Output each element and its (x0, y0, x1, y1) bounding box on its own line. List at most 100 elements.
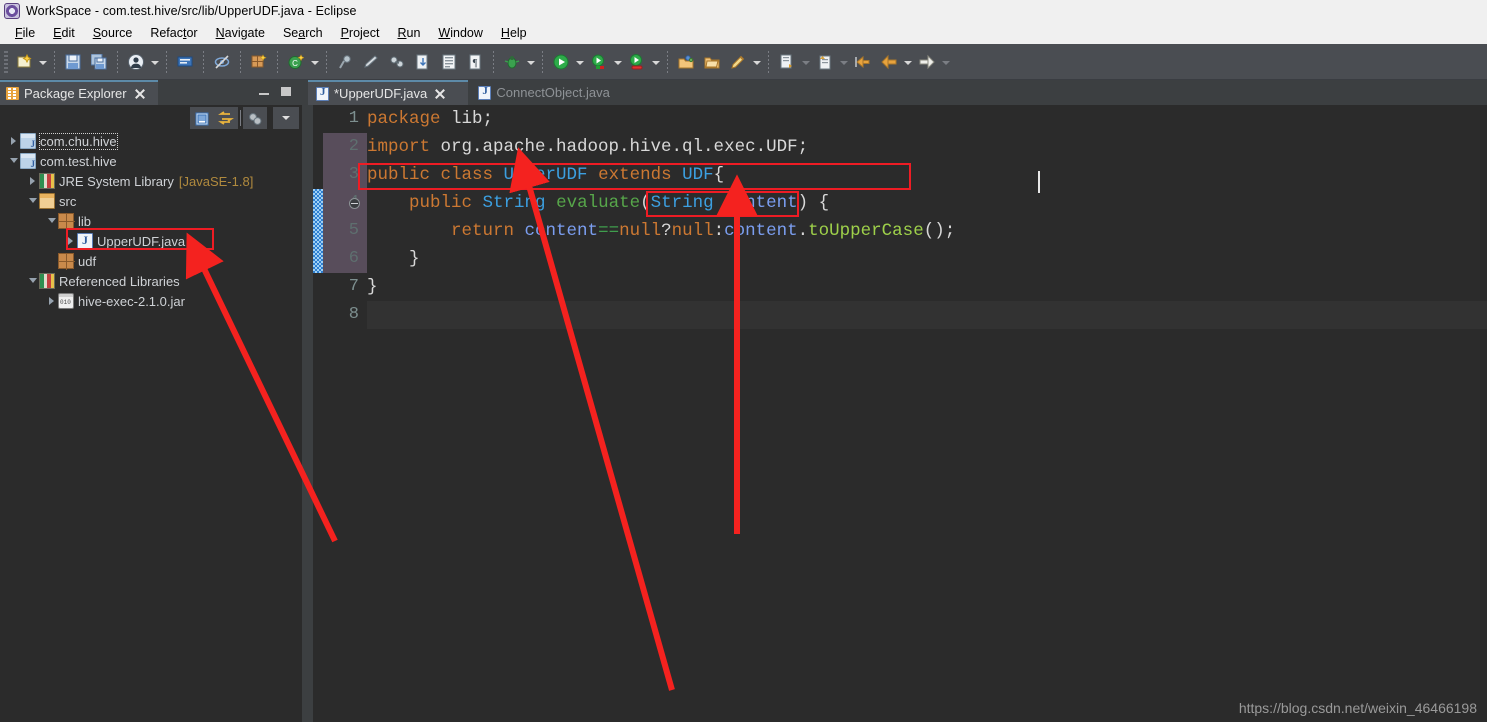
forward-icon[interactable] (915, 50, 939, 74)
code-line[interactable]: return content==null?null:content.toUppe… (367, 217, 955, 245)
menu-item-navigate[interactable]: Navigate (207, 24, 274, 42)
debug-dropdown-arrow[interactable] (525, 50, 537, 74)
new-java-package-icon[interactable] (247, 50, 271, 74)
toolbar-separator (768, 50, 769, 73)
minimize-icon[interactable] (256, 84, 272, 100)
back-icon[interactable] (877, 50, 901, 74)
new-wizard-icon[interactable] (12, 50, 36, 74)
pencil-dropdown-arrow[interactable] (751, 50, 763, 74)
code-token: String (482, 193, 546, 213)
code-content[interactable]: package lib; import org.apache.hadoop.hiv… (367, 105, 1487, 722)
menu-item-file[interactable]: File (6, 24, 44, 42)
link-icon[interactable] (385, 50, 409, 74)
tree-twisty-open-icon[interactable] (46, 211, 58, 231)
line-number: 1 (348, 109, 359, 128)
next-annotation-icon[interactable] (775, 50, 799, 74)
tree-twisty-closed-icon[interactable] (65, 231, 77, 251)
menu-item-run[interactable]: Run (388, 24, 429, 42)
debug-icon[interactable] (500, 50, 524, 74)
tree-item-com-chu-hive[interactable]: com.chu.hive (0, 131, 303, 151)
code-line[interactable]: import org.apache.hadoop.hive.ql.exec.UD… (367, 133, 808, 161)
menu-item-edit[interactable]: Edit (44, 24, 84, 42)
new-class-dropdown-arrow[interactable] (309, 50, 321, 74)
java-file-icon (316, 86, 329, 101)
open-resource-icon[interactable] (700, 50, 724, 74)
jar-icon (58, 293, 74, 309)
external-tools-icon[interactable] (625, 50, 649, 74)
view-menu-icon[interactable] (273, 107, 299, 129)
open-task-icon[interactable]: ¶ (463, 50, 487, 74)
menu-item-help[interactable]: Help (492, 24, 536, 42)
user-dropdown-arrow[interactable] (149, 50, 161, 74)
skip-breakpoints-icon[interactable] (210, 50, 234, 74)
editor-body[interactable]: 12345678 package lib;import org.apache.h… (303, 105, 1487, 722)
link-with-editor-icon[interactable] (214, 107, 238, 129)
code-line[interactable]: } (367, 273, 378, 301)
menu-item-search[interactable]: Search (274, 24, 332, 42)
java-file-icon (478, 85, 492, 100)
coverage-dropdown-arrow[interactable] (612, 50, 624, 74)
tree-twisty-open-icon[interactable] (27, 271, 39, 291)
menu-item-window[interactable]: Window (429, 24, 491, 42)
new-dropdown-arrow[interactable] (37, 50, 49, 74)
tree-twisty-closed-icon[interactable] (46, 291, 58, 311)
line-number: 2 (348, 137, 359, 156)
tree-twisty-open-icon[interactable] (27, 191, 39, 211)
tree-item-com-test-hive[interactable]: com.test.hive (0, 151, 303, 171)
tree-item-upperudf-java[interactable]: UpperUDF.java (0, 231, 303, 251)
editor-tab-connectobject-java[interactable]: ConnectObject.java (470, 80, 643, 105)
run-dropdown-arrow[interactable] (574, 50, 586, 74)
menu-item-refactor[interactable]: Refactor (141, 24, 206, 42)
coverage-icon[interactable] (587, 50, 611, 74)
tree-item-udf[interactable]: udf (0, 251, 303, 271)
code-line[interactable]: } (367, 245, 420, 273)
annotate-icon[interactable] (333, 50, 357, 74)
code-line[interactable]: public class UpperUDF extends UDF{ (367, 161, 724, 189)
forward-dropdown-arrow[interactable] (940, 50, 952, 74)
tree-item-jre-system-library[interactable]: JRE System Library [JavaSE-1.8] (0, 171, 303, 191)
external-tools-dropdown-arrow[interactable] (650, 50, 662, 74)
menu-item-project[interactable]: Project (332, 24, 389, 42)
tree-item-src[interactable]: src (0, 191, 303, 211)
code-token: String (650, 193, 714, 213)
tree-item-hive-exec-2-1-0-jar[interactable]: hive-exec-2.1.0.jar (0, 291, 303, 311)
tab-package-explorer[interactable]: Package Explorer (0, 80, 158, 105)
toolbar-grip[interactable] (4, 50, 8, 73)
open-type-icon[interactable] (437, 50, 461, 74)
tree-item-referenced-libraries[interactable]: Referenced Libraries (0, 271, 303, 291)
focus-on-active-task-icon[interactable] (243, 107, 267, 129)
save-all-icon[interactable] (87, 50, 111, 74)
comment-icon[interactable] (173, 50, 197, 74)
code-fold-collapse-icon[interactable] (349, 198, 360, 209)
code-line[interactable]: public String evaluate(String content) { (367, 189, 829, 217)
close-icon[interactable] (434, 88, 445, 99)
close-icon[interactable] (134, 88, 145, 99)
tree-item-lib[interactable]: lib (0, 211, 303, 231)
save-icon[interactable] (61, 50, 85, 74)
tree-twisty-closed-icon[interactable] (8, 131, 20, 151)
next-annotation-dropdown-arrow[interactable] (800, 50, 812, 74)
collapse-all-icon[interactable] (190, 107, 214, 129)
user-icon[interactable] (124, 50, 148, 74)
back-history-icon[interactable] (851, 50, 875, 74)
editor-tab-upperudf-java[interactable]: *UpperUDF.java (308, 80, 469, 105)
tree-twisty-closed-icon[interactable] (27, 171, 39, 191)
menu-item-source[interactable]: Source (84, 24, 142, 42)
code-token: null (671, 221, 714, 241)
maximize-icon[interactable] (278, 84, 294, 100)
tree-twisty-open-icon[interactable] (8, 151, 20, 171)
code-line[interactable]: package lib; (367, 105, 493, 133)
run-icon[interactable] (549, 50, 573, 74)
open-perspective-icon[interactable] (674, 50, 698, 74)
code-token: { (713, 165, 725, 185)
export-icon[interactable] (411, 50, 435, 74)
previous-edit-dropdown-arrow[interactable] (838, 50, 850, 74)
previous-edit-icon[interactable] (813, 50, 837, 74)
back-dropdown-arrow[interactable] (902, 50, 914, 74)
pencil-edit-icon[interactable] (726, 50, 750, 74)
code-token: evaluate (556, 193, 641, 213)
new-java-class-icon[interactable]: C (284, 50, 308, 74)
code-token: } (367, 249, 420, 269)
pen-icon[interactable] (359, 50, 383, 74)
